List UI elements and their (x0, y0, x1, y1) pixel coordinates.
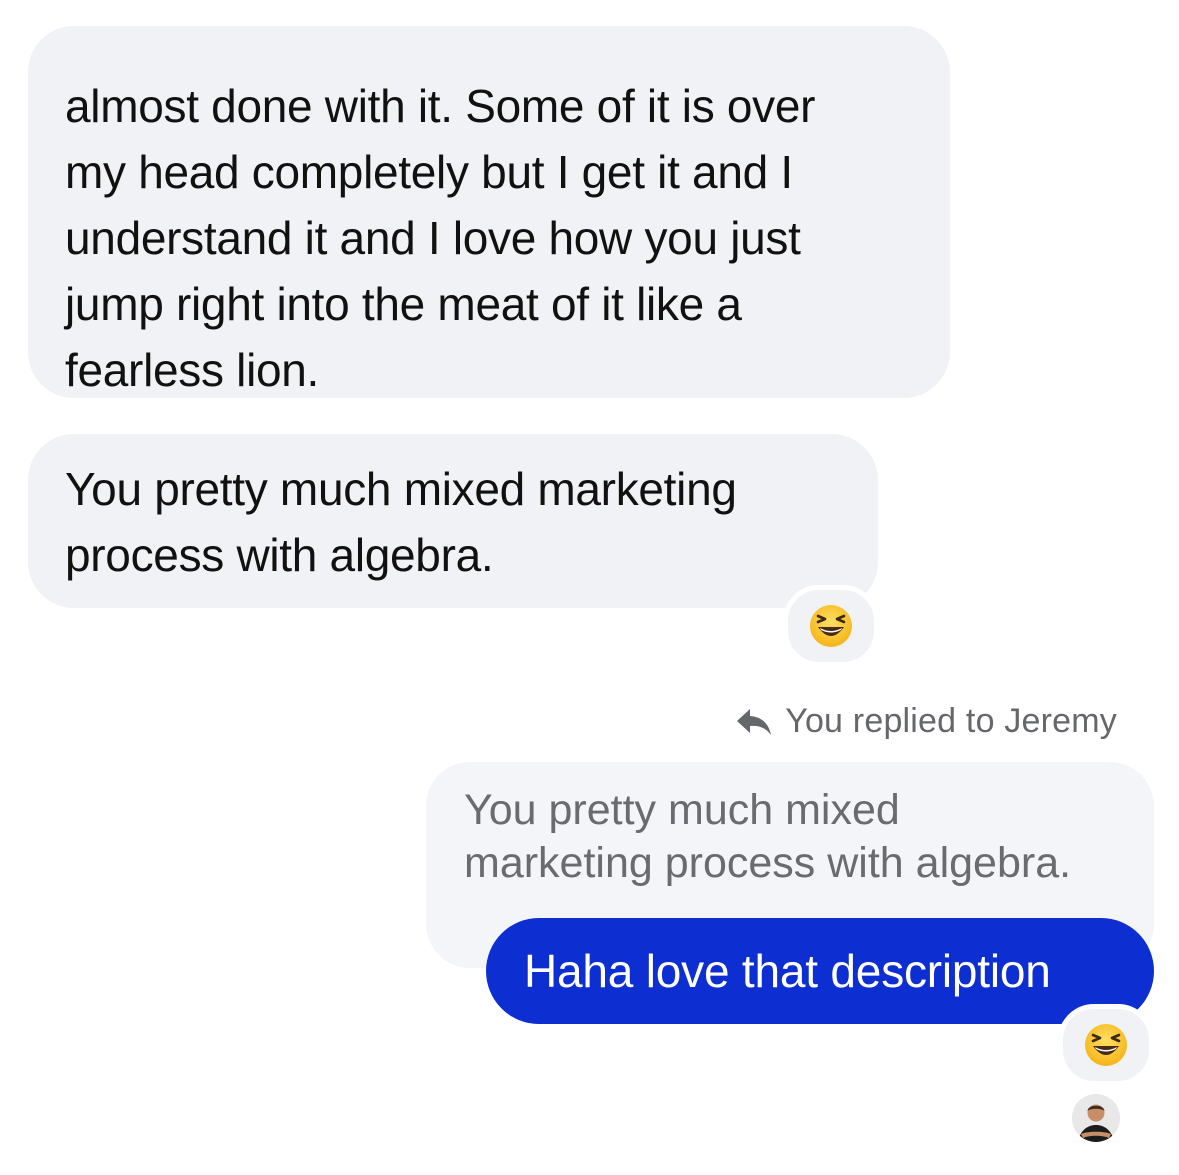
seen-avatar[interactable] (1072, 1094, 1120, 1142)
quoted-line: marketing process with algebra. (464, 839, 1072, 887)
message-line: almost done with it. Some of it is over (65, 80, 816, 132)
message-line: understand it and I love how you just (65, 212, 801, 264)
message-line: You pretty much mixed marketing (65, 463, 737, 515)
user-avatar-icon (1072, 1094, 1120, 1142)
incoming-message-bubble[interactable]: You pretty much mixed marketing process … (28, 434, 878, 608)
message-reaction[interactable] (1058, 1004, 1154, 1086)
quoted-line: You pretty much mixed (464, 786, 900, 834)
grinning-squinting-face-emoji-icon (810, 605, 852, 647)
reply-arrow-icon (737, 708, 772, 735)
message-line: process with algebra. (65, 529, 494, 581)
message-line: jump right into the meat of it like a (65, 278, 742, 330)
message-reaction[interactable] (783, 585, 879, 667)
outgoing-message-bubble[interactable]: Haha love that description (486, 918, 1154, 1024)
reply-context-header: You replied to Jeremy (735, 702, 1117, 741)
incoming-message-bubble[interactable]: almost done with it. Some of it is over … (28, 26, 950, 398)
grinning-squinting-face-emoji-icon (1085, 1024, 1127, 1066)
outgoing-message-text: Haha love that description (524, 945, 1051, 997)
message-line: fearless lion. (65, 344, 320, 396)
reply-header-text: You replied to Jeremy (785, 702, 1117, 740)
message-line: my head completely but I get it and I (65, 146, 793, 198)
